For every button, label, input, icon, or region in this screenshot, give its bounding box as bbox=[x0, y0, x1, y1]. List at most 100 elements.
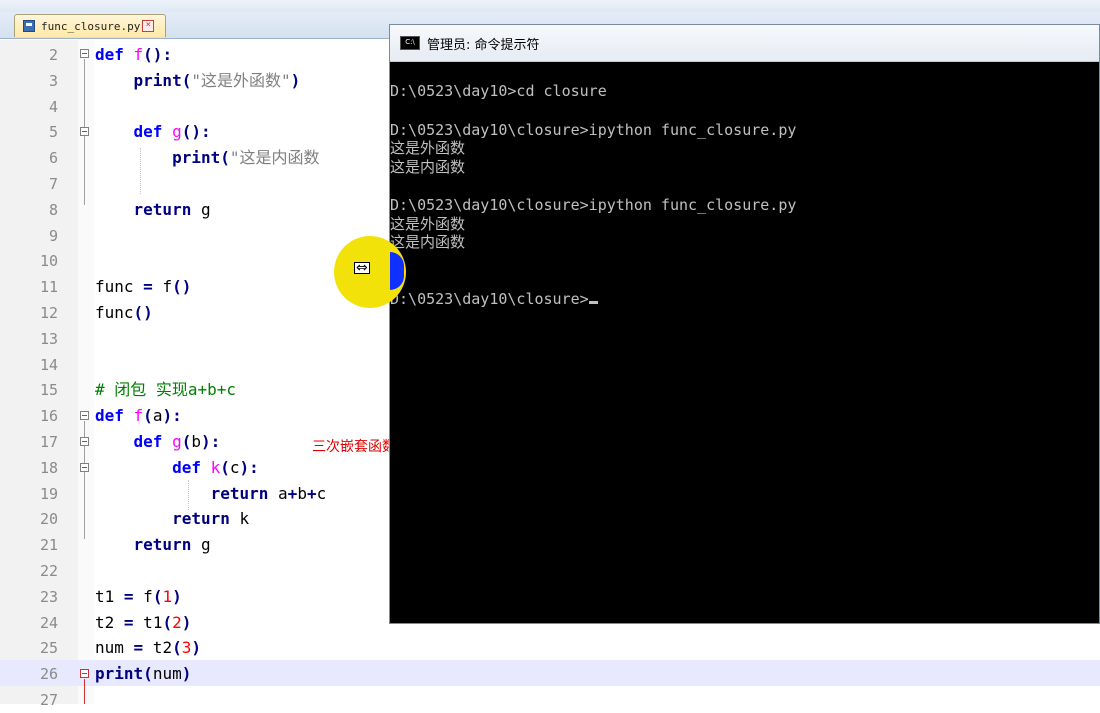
cmd-output-line: 这是外函数 bbox=[390, 139, 465, 157]
line-number: 3 bbox=[48, 71, 58, 90]
code-token: ( bbox=[143, 664, 153, 684]
code-line[interactable]: num = t2(3) bbox=[95, 635, 201, 661]
line-number: 15 bbox=[39, 381, 58, 400]
code-token: + bbox=[306, 483, 317, 503]
tab-func-closure[interactable]: func_closure.py × bbox=[14, 14, 166, 37]
code-token: ( bbox=[181, 432, 192, 451]
cmd-output-line: 这是内函数 bbox=[390, 233, 465, 251]
code-line[interactable]: func() bbox=[95, 300, 153, 326]
fold-toggle-icon[interactable] bbox=[80, 463, 89, 472]
code-token: () bbox=[172, 277, 192, 297]
code-line[interactable]: t1 = f(1) bbox=[95, 584, 182, 610]
code-token: ) bbox=[181, 612, 192, 632]
code-token: (): bbox=[143, 45, 173, 64]
cmd-output-text: 这是外函数 bbox=[390, 214, 466, 233]
code-line[interactable]: print("这是外函数") bbox=[95, 68, 301, 94]
fold-toggle-icon[interactable] bbox=[80, 437, 89, 446]
code-line[interactable]: return k bbox=[95, 506, 249, 532]
fold-line bbox=[84, 679, 85, 704]
code-line[interactable]: return g bbox=[95, 532, 211, 558]
line-number: 13 bbox=[39, 329, 58, 348]
code-line[interactable]: return a+b+c bbox=[95, 481, 327, 507]
code-token: c bbox=[229, 457, 240, 477]
code-token: func bbox=[95, 277, 144, 297]
fold-toggle-icon[interactable] bbox=[80, 411, 89, 420]
code-token: t2 bbox=[95, 612, 124, 632]
code-token: func bbox=[95, 303, 134, 322]
cmd-window-title: 管理员: 命令提示符 bbox=[427, 37, 540, 53]
code-token: return bbox=[133, 535, 201, 555]
indent-guide bbox=[140, 148, 142, 194]
line-number: 11 bbox=[39, 278, 58, 297]
code-token: t1 bbox=[133, 612, 163, 632]
code-token: "这是内函数 bbox=[229, 148, 320, 168]
code-token: 2 bbox=[172, 612, 182, 632]
code-line[interactable]: func = f() bbox=[95, 274, 191, 300]
line-number: 16 bbox=[39, 407, 58, 426]
line-number: 21 bbox=[39, 536, 58, 555]
cmd-output[interactable]: D:\0523\day10>cd closure D:\0523\day10\cl… bbox=[390, 62, 1099, 623]
cmd-output-text: D:\0523\day10>cd closure bbox=[390, 82, 607, 100]
code-line[interactable]: t2 = t1(2) bbox=[95, 610, 191, 636]
code-token: a bbox=[278, 483, 288, 503]
code-token: f bbox=[133, 45, 144, 64]
code-token: ( bbox=[152, 586, 163, 606]
terminal-icon: C:\ bbox=[400, 36, 420, 50]
code-token: print bbox=[95, 664, 144, 684]
code-token: k bbox=[239, 509, 250, 529]
code-token: t1 bbox=[95, 586, 124, 606]
code-token: num bbox=[152, 664, 182, 684]
code-token: return bbox=[210, 483, 279, 503]
fold-toggle-icon[interactable] bbox=[80, 49, 89, 58]
cmd-output-line: D:\0523\day10>cd closure bbox=[390, 82, 607, 100]
fold-toggle-icon[interactable] bbox=[80, 127, 89, 136]
code-line[interactable]: print("这是内函数 bbox=[95, 145, 320, 171]
cmd-title-bar[interactable]: C:\ 管理员: 命令提示符 bbox=[390, 25, 1099, 62]
code-line[interactable]: def f(a): bbox=[95, 403, 182, 429]
cmd-output-line: 这是内函数 bbox=[390, 158, 465, 176]
code-token: k bbox=[210, 457, 221, 477]
code-token: g bbox=[172, 432, 182, 451]
line-number: 10 bbox=[39, 252, 58, 271]
fold-toggle-icon[interactable] bbox=[80, 669, 89, 678]
code-token: = bbox=[143, 277, 153, 297]
code-token: + bbox=[287, 483, 298, 503]
line-number: 25 bbox=[39, 639, 58, 658]
code-line[interactable]: def g(b): bbox=[95, 429, 221, 455]
line-number: 9 bbox=[48, 226, 58, 245]
line-number: 20 bbox=[39, 510, 58, 529]
line-number: 17 bbox=[39, 433, 58, 451]
code-line[interactable]: # 闭包 实现a+b+c bbox=[95, 377, 236, 403]
cmd-output-text: D:\0523\day10\closure> bbox=[390, 289, 589, 308]
tab-label: func_closure.py bbox=[41, 19, 141, 33]
cmd-output-text: D:\0523\day10\closure>ipython func_closu… bbox=[390, 120, 797, 139]
code-line[interactable]: def g(): bbox=[95, 119, 211, 145]
code-token: b bbox=[297, 483, 307, 503]
cmd-output-line: D:\0523\day10\closure> bbox=[390, 290, 598, 308]
code-token: num bbox=[95, 638, 134, 658]
code-token: t2 bbox=[143, 638, 173, 658]
line-number: 23 bbox=[39, 587, 58, 606]
close-icon[interactable]: × bbox=[142, 20, 155, 32]
code-token: ) bbox=[172, 586, 182, 606]
line-number: 12 bbox=[39, 304, 58, 322]
command-prompt-window[interactable]: C:\ 管理员: 命令提示符 D:\0523\day10>cd closure D… bbox=[389, 24, 1100, 624]
code-token: "这是外函数" bbox=[191, 70, 291, 90]
code-line[interactable]: return g bbox=[95, 197, 211, 223]
code-token: g bbox=[172, 122, 182, 142]
code-token: g bbox=[200, 535, 211, 555]
code-token: def bbox=[133, 432, 173, 451]
code-token: b bbox=[191, 432, 201, 451]
line-number: 8 bbox=[48, 200, 58, 219]
cmd-output-text: 这是内函数 bbox=[390, 158, 466, 177]
code-line[interactable]: def k(c): bbox=[95, 455, 259, 481]
code-line[interactable]: print(num) bbox=[95, 661, 191, 687]
code-token: return bbox=[133, 199, 201, 219]
resize-cursor-icon: ⇔ bbox=[354, 260, 370, 276]
code-line[interactable]: def f(): bbox=[95, 42, 172, 68]
code-token: f bbox=[133, 586, 153, 606]
